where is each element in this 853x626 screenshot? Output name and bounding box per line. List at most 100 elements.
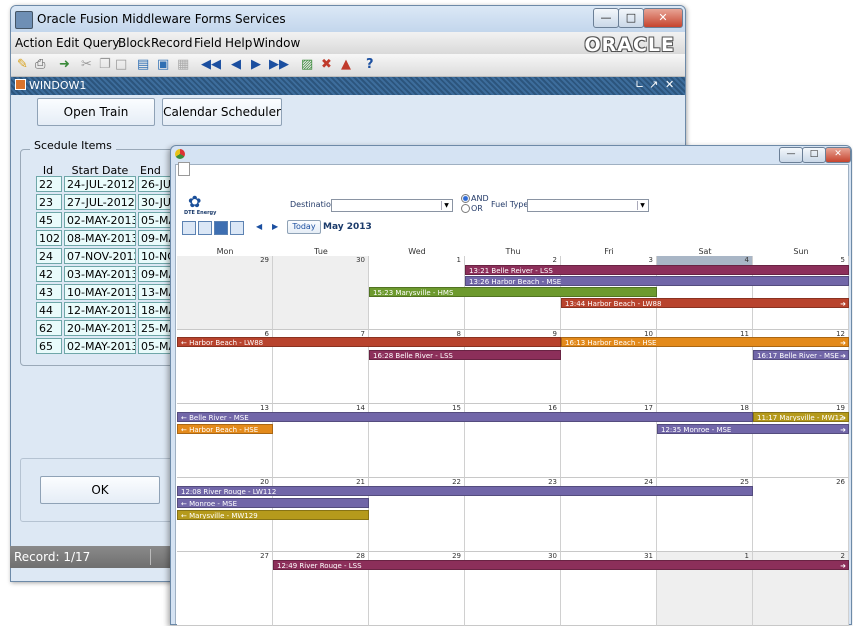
calendar-event[interactable]: 12:49 River Rouge - LSS ➜ bbox=[273, 560, 849, 570]
fuel-type-combo[interactable]: ▼ bbox=[527, 199, 649, 212]
cell-start-date[interactable]: 03-MAY-2013 bbox=[64, 266, 136, 282]
calendar-event[interactable]: 13:26 Harbor Beach - MSE bbox=[465, 276, 849, 286]
cal-maximize-button[interactable]: □ bbox=[802, 147, 826, 163]
cell-id[interactable]: 44 bbox=[36, 302, 62, 318]
exit-icon[interactable]: ➜ bbox=[59, 57, 70, 73]
or-radio[interactable] bbox=[461, 204, 470, 213]
delete-record-icon[interactable]: ✖ bbox=[321, 57, 332, 73]
calendar-event[interactable]: 13:44 Harbor Beach - LW88 ➜ bbox=[561, 298, 849, 308]
menu-block[interactable]: Block bbox=[118, 36, 150, 50]
destination-combo[interactable]: ▼ bbox=[331, 199, 453, 212]
cell-end-date[interactable]: 10-NOV bbox=[138, 248, 172, 264]
calendar-event[interactable]: ← Harbor Beach - HSE bbox=[177, 424, 273, 434]
cell-id[interactable]: 43 bbox=[36, 284, 62, 300]
cell-end-date[interactable]: 13-MAY bbox=[138, 284, 172, 300]
calendar-event[interactable]: 12:08 River Rouge - LW112 bbox=[177, 486, 753, 496]
cell-id[interactable]: 45 bbox=[36, 212, 62, 228]
enter-query-icon[interactable]: ▤ bbox=[137, 57, 149, 73]
cell-id[interactable]: 22 bbox=[36, 176, 62, 192]
cell-id[interactable]: 42 bbox=[36, 266, 62, 282]
cal-minimize-button[interactable]: — bbox=[779, 147, 803, 163]
cell-end-date[interactable]: 05-MAY bbox=[138, 212, 172, 228]
today-button[interactable]: Today bbox=[287, 220, 321, 234]
calendar-event[interactable]: ← Belle River - MSE bbox=[177, 412, 753, 422]
inner-close-icon[interactable]: ✕ bbox=[665, 78, 674, 91]
inner-minimize-icon[interactable]: ∟ bbox=[635, 78, 644, 91]
next-month-icon[interactable]: ▶ bbox=[272, 222, 278, 231]
cell-end-date[interactable]: 30-JUL bbox=[138, 194, 172, 210]
cell-id[interactable]: 62 bbox=[36, 320, 62, 336]
calendar-event[interactable]: 16:28 Belle River - LSS bbox=[369, 350, 561, 360]
week-view-icon[interactable] bbox=[198, 221, 212, 235]
close-button[interactable]: ✕ bbox=[643, 8, 683, 28]
minimize-button[interactable]: — bbox=[593, 8, 619, 28]
calendar-event[interactable]: 12:35 Monroe - MSE ➜ bbox=[657, 424, 849, 434]
help-icon[interactable]: ? bbox=[366, 57, 374, 73]
cal-close-button[interactable]: ✕ bbox=[825, 147, 851, 163]
cell-start-date[interactable]: 08-MAY-2013 bbox=[64, 230, 136, 246]
calendar-event[interactable]: ← Marysville - MW129 bbox=[177, 510, 369, 520]
menu-window[interactable]: Window bbox=[253, 36, 300, 50]
cell-start-date[interactable]: 10-MAY-2013 bbox=[64, 284, 136, 300]
paste-icon[interactable]: □ bbox=[115, 57, 127, 73]
copy-icon[interactable]: ❐ bbox=[99, 57, 111, 73]
maximize-button[interactable]: □ bbox=[618, 8, 644, 28]
day-cell[interactable]: 30 bbox=[273, 256, 369, 330]
menu-help[interactable]: Help bbox=[225, 36, 252, 50]
toolbar: ✎ ⎙ ➜ ✂ ❐ □ ▤ ▣ ▦ ◀◀ ◀ ▶ ▶▶ ▨ ✖ ▲ ? bbox=[11, 54, 685, 77]
cell-start-date[interactable]: 24-JUL-2012 bbox=[64, 176, 136, 192]
agenda-view-icon[interactable] bbox=[230, 221, 244, 235]
calendar-event[interactable]: 13:21 Belle Reiver - LSS bbox=[465, 265, 849, 275]
cell-id[interactable]: 65 bbox=[36, 338, 62, 354]
month-view-icon[interactable] bbox=[214, 221, 228, 235]
inner-maximize-icon[interactable]: ↗ bbox=[649, 78, 658, 91]
insert-record-icon[interactable]: ▨ bbox=[301, 57, 313, 73]
calendar-event[interactable]: 15:23 Marysville - HMS bbox=[369, 287, 657, 297]
cell-start-date[interactable]: 12-MAY-2013 bbox=[64, 302, 136, 318]
cell-start-date[interactable]: 02-MAY-2013 bbox=[64, 338, 136, 354]
cell-id[interactable]: 102 bbox=[36, 230, 62, 246]
first-record-icon[interactable]: ◀◀ bbox=[201, 57, 221, 73]
day-cell[interactable]: 29 bbox=[177, 256, 273, 330]
open-train-button[interactable]: Open Train bbox=[37, 98, 155, 126]
page-icon bbox=[178, 162, 190, 176]
cell-id[interactable]: 23 bbox=[36, 194, 62, 210]
cut-icon[interactable]: ✂ bbox=[81, 57, 92, 73]
cell-end-date[interactable]: 18-MAY bbox=[138, 302, 172, 318]
calendar-event[interactable]: 16:17 Belle River - MSE ➜ bbox=[753, 350, 849, 360]
menu-action[interactable]: Action bbox=[15, 36, 53, 50]
and-radio[interactable] bbox=[461, 194, 470, 203]
cell-start-date[interactable]: 02-MAY-2013 bbox=[64, 212, 136, 228]
calendar-event[interactable]: ← Harbor Beach - LW88 bbox=[177, 337, 561, 347]
menu-field[interactable]: Field bbox=[194, 36, 222, 50]
cell-end-date[interactable]: 09-MAY bbox=[138, 230, 172, 246]
cell-start-date[interactable]: 07-NOV-2012 bbox=[64, 248, 136, 264]
cell-end-date[interactable]: 26-JUL bbox=[138, 176, 172, 192]
next-record-icon[interactable]: ▶ bbox=[251, 57, 261, 73]
menu-record[interactable]: Record bbox=[151, 36, 192, 50]
cell-end-date[interactable]: 09-MAY bbox=[138, 266, 172, 282]
previous-month-icon[interactable]: ◀ bbox=[256, 222, 262, 231]
cancel-query-icon[interactable]: ▦ bbox=[177, 57, 189, 73]
menu-edit[interactable]: Edit bbox=[56, 36, 79, 50]
menu-query[interactable]: Query bbox=[83, 36, 119, 50]
calendar-scheduler-button[interactable]: Calendar Scheduler bbox=[162, 98, 282, 126]
cell-end-date[interactable]: 05-MAY bbox=[138, 338, 172, 354]
day-cell[interactable]: 26 bbox=[753, 478, 849, 552]
day-view-icon[interactable] bbox=[182, 221, 196, 235]
cell-start-date[interactable]: 27-JUL-2012 bbox=[64, 194, 136, 210]
day-cell[interactable]: 27 bbox=[177, 552, 273, 626]
lock-record-icon[interactable]: ▲ bbox=[341, 57, 351, 73]
cell-start-date[interactable]: 20-MAY-2013 bbox=[64, 320, 136, 336]
cell-id[interactable]: 24 bbox=[36, 248, 62, 264]
previous-record-icon[interactable]: ◀ bbox=[231, 57, 241, 73]
cell-end-date[interactable]: 25-MAY bbox=[138, 320, 172, 336]
execute-query-icon[interactable]: ▣ bbox=[157, 57, 169, 73]
print-icon[interactable]: ⎙ bbox=[35, 57, 45, 73]
calendar-event[interactable]: ← Monroe - MSE bbox=[177, 498, 369, 508]
ok-button[interactable]: OK bbox=[40, 476, 160, 504]
calendar-event[interactable]: 11:17 Marysville - MW12 ➜ bbox=[753, 412, 849, 422]
save-icon[interactable]: ✎ bbox=[17, 57, 28, 73]
calendar-event[interactable]: 16:13 Harbor Beach - HSE ➜ bbox=[561, 337, 849, 347]
last-record-icon[interactable]: ▶▶ bbox=[269, 57, 289, 73]
